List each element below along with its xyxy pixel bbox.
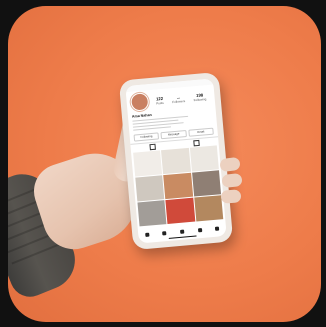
- message-button[interactable]: Message: [160, 130, 187, 140]
- email-button[interactable]: Email: [188, 127, 214, 138]
- photo-thumbnail[interactable]: [189, 145, 219, 173]
- photo-thumbnail[interactable]: [161, 148, 191, 175]
- finger: [221, 172, 243, 189]
- finger: [220, 189, 242, 204]
- stat-label: Followers: [172, 98, 186, 104]
- orange-background-tile: 122 Posts ... Followers 198 Following Am…: [8, 6, 321, 322]
- photo-thumbnail[interactable]: [163, 173, 193, 200]
- stat-label: Following: [193, 96, 207, 102]
- reels-icon[interactable]: [197, 228, 202, 233]
- smartphone: 122 Posts ... Followers 198 Following Am…: [118, 71, 234, 251]
- photo-thumbnail[interactable]: [133, 150, 163, 177]
- add-icon[interactable]: [180, 229, 185, 234]
- tagged-icon[interactable]: [193, 140, 200, 147]
- following-button[interactable]: Following: [133, 132, 160, 142]
- stat-posts[interactable]: 122 Posts: [156, 95, 164, 105]
- finger: [219, 156, 241, 173]
- photo-thumbnail[interactable]: [135, 175, 165, 202]
- stat-label: Posts: [156, 100, 164, 105]
- home-icon[interactable]: [144, 232, 150, 237]
- photo-thumbnail[interactable]: [165, 198, 196, 225]
- stat-following[interactable]: 198 Following: [193, 92, 207, 102]
- photo-grid: [131, 145, 225, 227]
- grid-icon[interactable]: [149, 144, 156, 151]
- profile-icon[interactable]: [215, 226, 220, 231]
- phone-screen: 122 Posts ... Followers 198 Following Am…: [125, 78, 227, 244]
- home-indicator: [168, 235, 197, 239]
- photo-thumbnail[interactable]: [193, 195, 224, 222]
- profile-stats: 122 Posts ... Followers 198 Following: [151, 91, 211, 105]
- search-icon[interactable]: [162, 231, 167, 236]
- avatar[interactable]: [129, 92, 150, 112]
- photo-thumbnail[interactable]: [137, 200, 167, 227]
- stat-followers[interactable]: ... Followers: [172, 94, 186, 104]
- photo-thumbnail[interactable]: [191, 170, 222, 197]
